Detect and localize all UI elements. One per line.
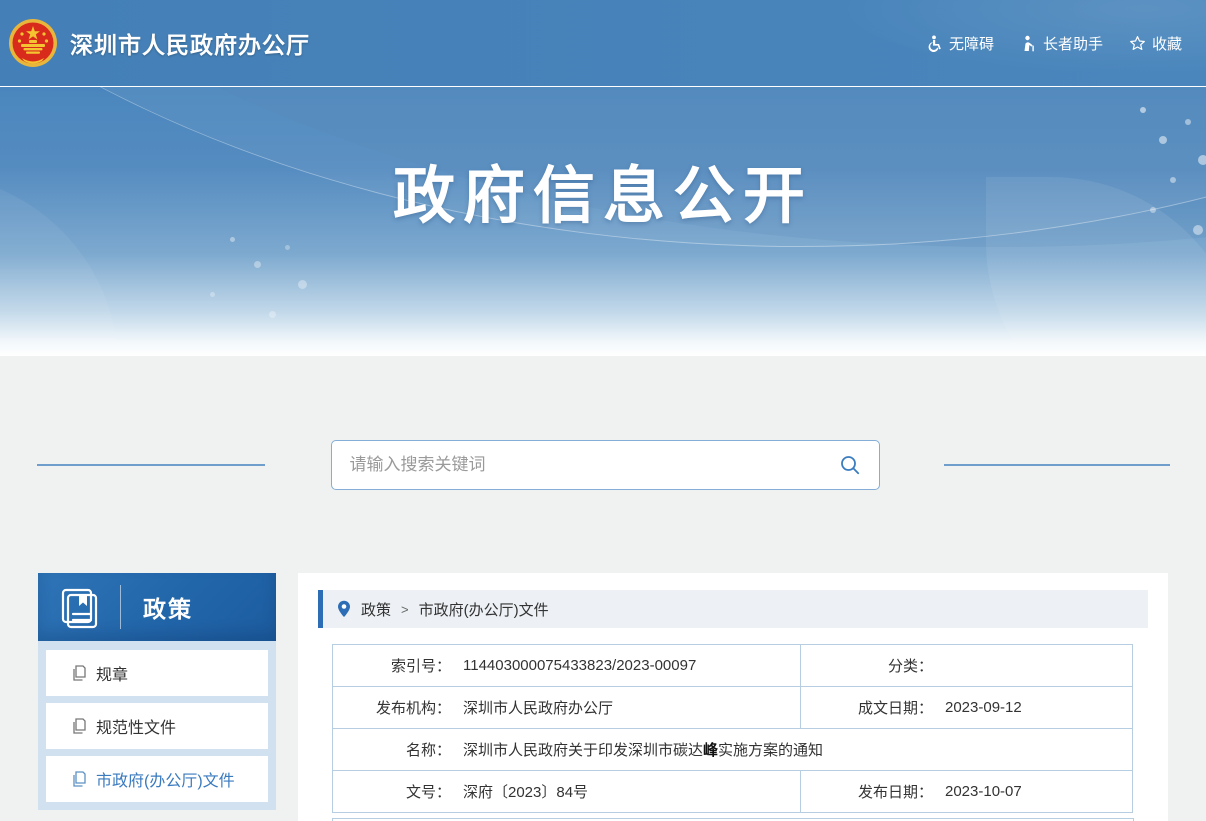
written-date-value: 2023-09-12 bbox=[945, 699, 1022, 716]
favorite-link[interactable]: 收藏 bbox=[1129, 33, 1182, 54]
content-area: 政策 规章 规范性文件 bbox=[0, 356, 1206, 821]
sidebar-item-municipal-government-documents[interactable]: 市政府(办公厅)文件 bbox=[46, 756, 268, 802]
accessibility-link[interactable]: 无障碍 bbox=[926, 33, 994, 54]
table-row: 名称： 深圳市人民政府关于印发深圳市碳达峰实施方案的通知 bbox=[333, 729, 1133, 771]
category-label: 分类： bbox=[801, 655, 933, 676]
page-title: 政府信息公开 bbox=[0, 145, 1206, 235]
national-emblem-logo bbox=[8, 18, 58, 68]
banner-petal-dots bbox=[230, 237, 235, 242]
decorative-line-left bbox=[37, 464, 265, 466]
publish-date-label: 发布日期： bbox=[801, 781, 933, 802]
document-icon bbox=[72, 771, 87, 787]
publisher-label: 发布机构： bbox=[333, 697, 451, 718]
publisher-value: 深圳市人民政府办公厅 bbox=[463, 697, 613, 718]
topbar-utility-links: 无障碍 长者助手 收藏 bbox=[926, 33, 1182, 54]
sidebar-item-label: 规范性文件 bbox=[96, 714, 176, 738]
doc-number-label: 文号： bbox=[333, 781, 451, 802]
sidebar-item-label: 市政府(办公厅)文件 bbox=[96, 767, 235, 791]
doc-number-value: 深府〔2023〕84号 bbox=[463, 781, 588, 802]
sidebar-item-label: 规章 bbox=[96, 661, 128, 685]
table-row: 文号： 深府〔2023〕84号 发布日期： 2023-10-07 bbox=[333, 771, 1133, 813]
star-icon bbox=[1129, 35, 1146, 52]
title-value: 深圳市人民政府关于印发深圳市碳达峰实施方案的通知 bbox=[463, 739, 823, 760]
publish-date-value: 2023-10-07 bbox=[945, 783, 1022, 800]
search-box bbox=[331, 440, 880, 490]
highlighted-keyword: 峰 bbox=[703, 742, 718, 759]
decorative-line-right bbox=[944, 464, 1170, 466]
sidebar-item-regulations[interactable]: 规章 bbox=[46, 650, 268, 696]
sidebar-item-normative-documents[interactable]: 规范性文件 bbox=[46, 703, 268, 749]
breadcrumb-current: 市政府(办公厅)文件 bbox=[419, 599, 549, 620]
elder-assistant-link[interactable]: 长者助手 bbox=[1020, 33, 1103, 54]
wheelchair-icon bbox=[926, 35, 943, 52]
document-detail-panel: 政策 > 市政府(办公厅)文件 索引号： 114403000075433823/… bbox=[298, 573, 1168, 821]
sidebar-header: 政策 bbox=[38, 573, 276, 641]
document-meta-table: 索引号： 114403000075433823/2023-00097 分类： bbox=[332, 644, 1133, 813]
sidebar-header-divider bbox=[120, 585, 121, 629]
page-banner: 政府信息公开 bbox=[0, 86, 1206, 356]
main-row: 政策 规章 规范性文件 bbox=[0, 573, 1206, 821]
index-number-value: 114403000075433823/2023-00097 bbox=[463, 657, 696, 674]
title-label: 名称： bbox=[333, 739, 451, 760]
breadcrumb-root-link[interactable]: 政策 bbox=[361, 599, 391, 620]
location-pin-icon bbox=[337, 600, 351, 618]
table-row: 索引号： 114403000075433823/2023-00097 分类： bbox=[333, 645, 1133, 687]
search-icon bbox=[839, 454, 861, 476]
index-number-label: 索引号： bbox=[333, 655, 451, 676]
book-icon bbox=[56, 584, 102, 630]
document-icon bbox=[72, 665, 87, 681]
elder-assistant-label: 长者助手 bbox=[1043, 33, 1103, 54]
search-row bbox=[0, 356, 1206, 490]
breadcrumb-separator: > bbox=[401, 602, 409, 617]
sidebar-items: 规章 规范性文件 市政府(办公厅)文件 bbox=[38, 641, 276, 802]
site-title: 深圳市人民政府办公厅 bbox=[70, 26, 310, 60]
top-header-bar: 深圳市人民政府办公厅 无障碍 长者助手 收藏 bbox=[0, 0, 1206, 86]
table-row: 发布机构： 深圳市人民政府办公厅 成文日期： 2023-09-12 bbox=[333, 687, 1133, 729]
banner-petal-dots bbox=[1140, 107, 1146, 113]
accessibility-label: 无障碍 bbox=[949, 33, 994, 54]
elder-icon bbox=[1020, 35, 1037, 52]
document-icon bbox=[72, 718, 87, 734]
favorite-label: 收藏 bbox=[1152, 33, 1182, 54]
sidebar-policy-nav: 政策 规章 规范性文件 bbox=[38, 573, 276, 810]
written-date-label: 成文日期： bbox=[801, 697, 933, 718]
breadcrumb: 政策 > 市政府(办公厅)文件 bbox=[318, 590, 1148, 628]
search-input[interactable] bbox=[350, 455, 837, 475]
search-button[interactable] bbox=[837, 452, 863, 478]
sidebar-header-label: 政策 bbox=[143, 590, 193, 624]
